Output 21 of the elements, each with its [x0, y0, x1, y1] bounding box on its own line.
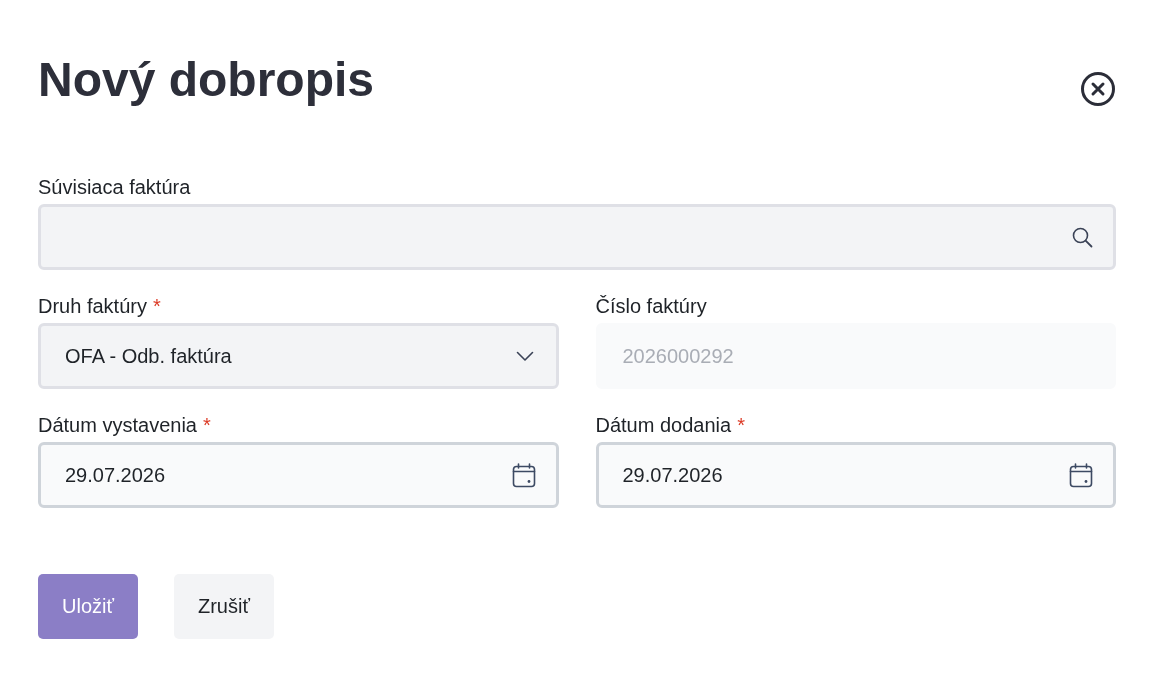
required-mark: * — [152, 294, 161, 318]
date-field[interactable]: 29.07.2026 — [595, 442, 1116, 508]
date-field[interactable]: 29.07.2026 — [38, 442, 559, 508]
text-field: 2026000292 — [595, 323, 1116, 389]
required-mark: * — [202, 413, 211, 437]
field-label: Dátum dodania — [595, 413, 732, 437]
chevron-down-icon — [515, 350, 534, 362]
dialog-title: Nový dobropis — [38, 52, 375, 108]
close-icon[interactable] — [1080, 71, 1116, 107]
search-field[interactable] — [38, 204, 1116, 270]
field-label: Dátum vystavenia — [38, 413, 197, 437]
save-button[interactable]: Uložiť — [38, 574, 138, 639]
calendar-icon — [1069, 462, 1093, 488]
search-icon — [1072, 226, 1093, 248]
field-label: Číslo faktúry — [595, 294, 707, 318]
required-mark: * — [737, 413, 745, 437]
field-label: Súvisiaca faktúra — [38, 175, 191, 199]
field-label: Druh faktúry — [38, 294, 147, 318]
cancel-button[interactable]: Zrušiť — [173, 574, 274, 639]
dropdown-field[interactable]: OFA - Odb. faktúra — [38, 323, 559, 389]
calendar-icon — [511, 462, 536, 488]
